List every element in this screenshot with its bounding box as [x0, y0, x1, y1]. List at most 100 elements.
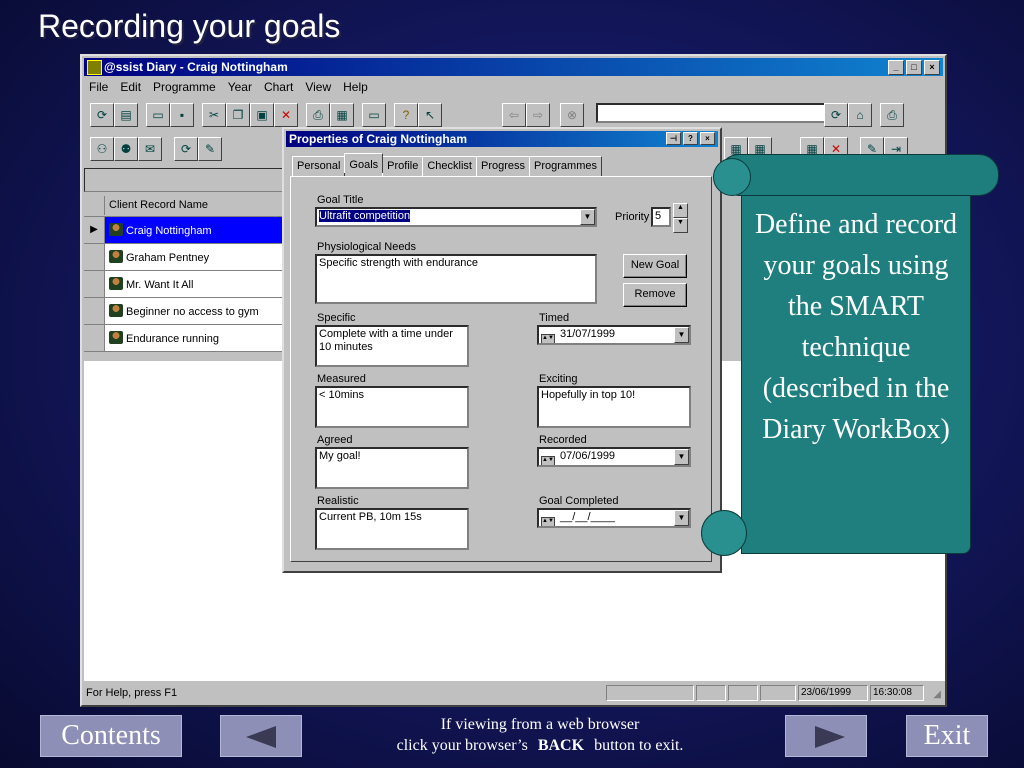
grid-corner [84, 196, 105, 215]
tab-goals[interactable]: Goals [344, 153, 384, 173]
menu-file[interactable]: File [89, 78, 108, 96]
note-post: button to exit. [594, 737, 684, 754]
template-client-icon [109, 331, 123, 344]
chevron-down-icon[interactable]: ▼ [580, 209, 595, 225]
refresh-icon[interactable]: ⟳ [90, 103, 114, 127]
close-icon[interactable]: × [700, 132, 715, 145]
paste-icon[interactable]: ▣ [250, 103, 274, 127]
agreed-value: My goal! [319, 450, 361, 462]
specific-label: Specific [317, 312, 356, 324]
context-help-icon[interactable]: ↖ [418, 103, 442, 127]
table-row[interactable]: Endurance running [84, 325, 284, 352]
address-combo[interactable]: ▼ [596, 103, 843, 123]
go-icon[interactable]: ⟳ [824, 103, 848, 127]
exit-button[interactable]: Exit [906, 715, 988, 757]
priority-field[interactable]: 5 [651, 207, 671, 227]
exciting-field[interactable]: Hopefully in top 10! [537, 386, 691, 428]
help-icon[interactable]: ? [394, 103, 418, 127]
print-icon[interactable]: ⎙ [306, 103, 330, 127]
status-bar: For Help, press F1 23/06/1999 16:30:08 ◢ [84, 683, 943, 703]
arrow-right-icon [815, 726, 845, 748]
agreed-field[interactable]: My goal! [315, 447, 469, 489]
calendar-icon[interactable]: ▭ [362, 103, 386, 127]
delete-icon[interactable]: ✕ [274, 103, 298, 127]
scroll-callout: Define and record your goals using the S… [701, 154, 999, 556]
print2-icon[interactable]: ⎙ [880, 103, 904, 127]
tab-personal[interactable]: Personal [292, 156, 346, 176]
table-row[interactable]: Beginner no access to gym [84, 298, 284, 325]
tab-programmes[interactable]: Programmes [529, 156, 602, 176]
tab-checklist[interactable]: Checklist [422, 156, 477, 176]
next-button[interactable] [785, 715, 867, 757]
chevron-down-icon[interactable]: ▼ [674, 449, 689, 465]
resize-grip-icon[interactable]: ◢ [933, 685, 941, 705]
measured-label: Measured [317, 373, 366, 385]
menubar: File Edit Programme Year Chart View Help [86, 78, 368, 96]
date-spin-icon[interactable]: ▲▼ [541, 456, 555, 465]
spin-down-icon[interactable]: ▼ [673, 218, 688, 233]
measured-value: < 10mins [319, 389, 364, 401]
menu-help[interactable]: Help [343, 78, 368, 96]
add-client-icon[interactable]: ⚉ [114, 137, 138, 161]
chevron-down-icon[interactable]: ▼ [674, 327, 689, 343]
back-icon[interactable]: ⇦ [502, 103, 526, 127]
open-icon[interactable]: ▭ [146, 103, 170, 127]
agreed-label: Agreed [317, 434, 353, 446]
preview-icon[interactable]: ▦ [330, 103, 354, 127]
status-panel [606, 685, 694, 701]
sync-icon[interactable]: ⟳ [174, 137, 198, 161]
spin-up-icon[interactable]: ▲ [673, 203, 688, 218]
specific-field[interactable]: Complete with a time under 10 minutes [315, 325, 469, 367]
close-icon[interactable]: × [924, 60, 940, 75]
note-pre: click your browser’s [396, 737, 528, 754]
timed-date-field[interactable]: ▲▼ 31/07/1999 ▼ [537, 325, 691, 345]
maximize-icon[interactable]: □ [906, 60, 922, 75]
save-icon[interactable]: ▪ [170, 103, 194, 127]
pin-icon[interactable]: ⊣ [666, 132, 681, 145]
column-header-client[interactable]: Client Record Name [109, 199, 208, 211]
menu-chart[interactable]: Chart [264, 78, 293, 96]
mail-icon[interactable]: ✉ [138, 137, 162, 161]
grid-header: Client Record Name [84, 196, 284, 217]
measured-field[interactable]: < 10mins [315, 386, 469, 428]
physiological-label: Physiological Needs [317, 241, 417, 253]
chevron-down-icon[interactable]: ▼ [674, 510, 689, 526]
forward-icon[interactable]: ⇨ [526, 103, 550, 127]
copy-icon[interactable]: ❐ [226, 103, 250, 127]
properties-icon[interactable]: ▤ [114, 103, 138, 127]
tools-icon[interactable]: ✎ [198, 137, 222, 161]
help-icon[interactable]: ? [683, 132, 698, 145]
status-time: 16:30:08 [870, 685, 924, 701]
menu-edit[interactable]: Edit [120, 78, 141, 96]
date-spin-icon[interactable]: ▲▼ [541, 517, 555, 526]
new-goal-button[interactable]: New Goal [623, 254, 687, 278]
menu-programme[interactable]: Programme [153, 78, 216, 96]
priority-value: 5 [655, 210, 662, 222]
table-row[interactable]: Graham Pentney [84, 244, 284, 271]
browser-note-line1: If viewing from a web browser [440, 716, 640, 733]
browser-note-line2: click your browser’s BACK button to exit… [340, 735, 740, 756]
stop-icon[interactable]: ⊗ [560, 103, 584, 127]
prev-button[interactable] [220, 715, 302, 757]
completed-date-field[interactable]: ▲▼ __/__/____ ▼ [537, 508, 691, 528]
priority-spinner[interactable]: ▲ ▼ [673, 203, 688, 233]
clients-icon[interactable]: ⚇ [90, 137, 114, 161]
tab-strip: Personal Goals Profile Checklist Progres… [292, 153, 602, 176]
table-row[interactable]: ▶ Craig Nottingham [84, 217, 284, 244]
physiological-field[interactable]: Specific strength with endurance [315, 254, 597, 304]
table-row[interactable]: Mr. Want It All [84, 271, 284, 298]
goal-title-select[interactable]: Ultrafit competition ▼ [315, 207, 597, 227]
date-spin-icon[interactable]: ▲▼ [541, 334, 555, 343]
contents-button[interactable]: Contents [40, 715, 182, 757]
home-icon[interactable]: ⌂ [848, 103, 872, 127]
tab-profile[interactable]: Profile [382, 156, 424, 176]
timed-value: 31/07/1999 [560, 328, 616, 340]
minimize-icon[interactable]: _ [888, 60, 904, 75]
tab-progress[interactable]: Progress [475, 156, 531, 176]
menu-year[interactable]: Year [228, 78, 252, 96]
cut-icon[interactable]: ✂ [202, 103, 226, 127]
recorded-date-field[interactable]: ▲▼ 07/06/1999 ▼ [537, 447, 691, 467]
menu-view[interactable]: View [305, 78, 331, 96]
remove-goal-button[interactable]: Remove [623, 283, 687, 307]
realistic-field[interactable]: Current PB, 10m 15s [315, 508, 469, 550]
